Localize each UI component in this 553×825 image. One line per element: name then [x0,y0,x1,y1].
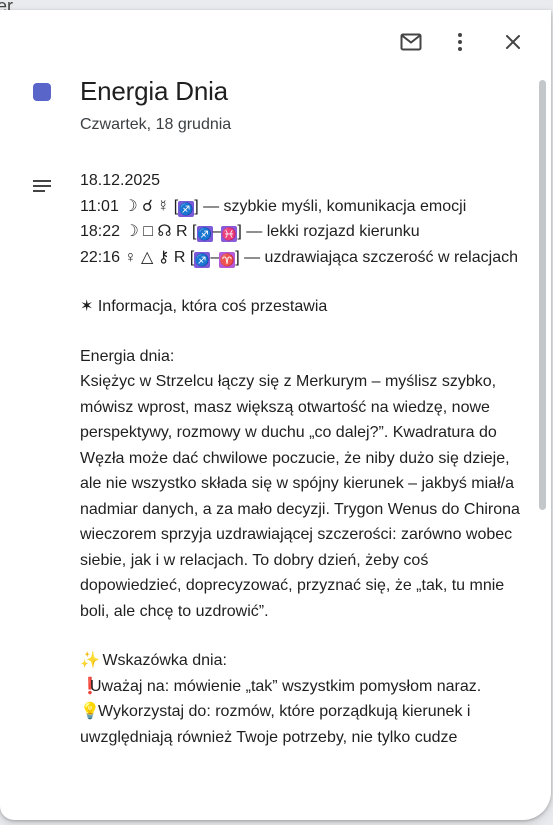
event-color-swatch [33,83,51,101]
sparkles-icon: ✨ [80,652,100,669]
sagittarius-icon: ♐ [196,226,213,242]
card-toolbar [387,22,537,62]
event-date: Czwartek, 18 grudnia [80,116,232,133]
more-options-button[interactable] [437,22,483,62]
info-line: ✶ Informacja, która coś przestawia [80,298,328,315]
close-button[interactable] [489,22,537,62]
event-description: 18.12.2025 11:01 ☽ ☌ ☿ [♐] — szybkie myś… [80,168,520,750]
transit-line-1: 11:01 ☽ ☌ ☿ [♐] — szybkie myśli, komunik… [80,197,467,217]
tip-heading-line: ✨ Wskazówka dnia: [80,648,520,674]
exclamation-icon: ❗ [80,677,100,695]
transit-line-2: 18:22 ☽ □ ☊ R [♐–♓] — lekki rozjazd kier… [80,223,420,242]
energy-body: Księżyc w Strzelcu łączy się z Merkurym … [80,373,520,620]
event-title: Energia Dnia [80,76,228,106]
mail-icon [400,33,422,51]
warning-line: ❗Uważaj na: mówienie „tak” wszystkim pom… [80,674,520,700]
description-date: 18.12.2025 [80,172,161,189]
description-icon [32,179,52,198]
sagittarius-icon: ♐ [178,200,195,217]
email-guests-button[interactable] [387,22,435,62]
event-detail-card: Energia Dnia Czwartek, 18 grudnia 18.12.… [0,10,551,820]
close-icon [506,35,520,49]
pisces-icon: ♓ [221,226,238,242]
sagittarius-icon: ♐ [194,251,211,268]
lightbulb-icon: 💡 [80,703,100,720]
aries-icon: ♈ [219,251,236,268]
energy-heading: Energia dnia: [80,347,175,365]
more-vertical-icon [458,33,462,51]
use-line: 💡Wykorzystaj do: rozmów, które porządkuj… [80,699,520,750]
transit-line-3: 22:16 ♀ △ ⚷ R [♐–♈] — uzdrawiająca szcze… [80,248,518,268]
scrollbar[interactable] [539,80,546,510]
